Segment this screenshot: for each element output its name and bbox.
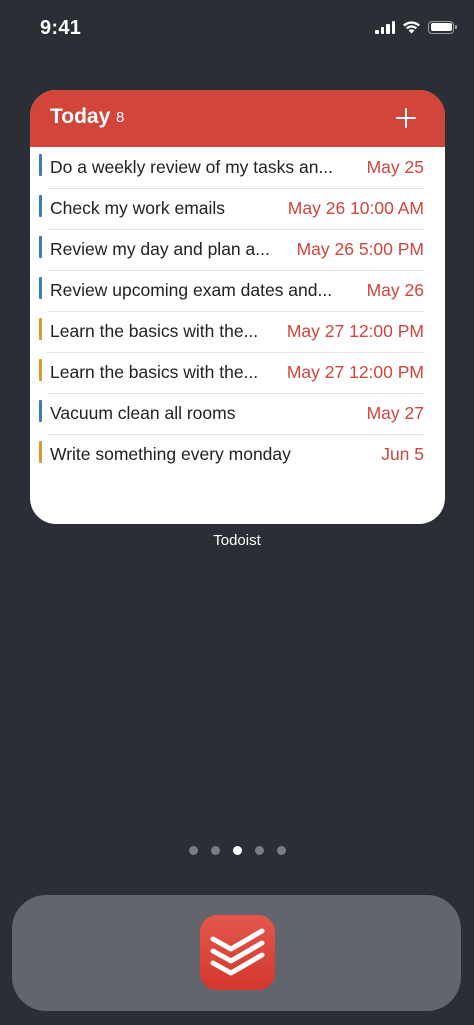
task-title: Learn the basics with the...	[50, 321, 259, 341]
project-color-bar	[39, 236, 42, 258]
wifi-icon	[403, 21, 420, 34]
status-time: 9:41	[40, 17, 82, 39]
project-color-bar	[39, 154, 42, 176]
task-title: Vacuum clean all rooms	[50, 403, 236, 423]
project-color-bar	[39, 318, 42, 340]
task-date: May 26 5:00 PM	[296, 239, 424, 259]
task-row[interactable]: Review upcoming exam dates and... May 26	[39, 270, 424, 311]
widget-label: Todoist	[213, 532, 261, 549]
task-row[interactable]: Write something every monday Jun 5	[39, 434, 424, 475]
status-bar: 9:41	[0, 0, 474, 60]
task-row[interactable]: Do a weekly review of my tasks an... May…	[39, 147, 424, 188]
project-color-bar	[39, 359, 42, 381]
task-date: May 27	[366, 403, 424, 423]
widget-header: Today 8	[30, 90, 445, 147]
cellular-signal-icon	[375, 20, 395, 34]
todoist-logo-icon	[210, 928, 265, 976]
task-title: Review my day and plan a...	[50, 239, 270, 259]
task-title: Check my work emails	[50, 198, 226, 218]
task-list: Do a weekly review of my tasks an... May…	[30, 147, 445, 475]
task-row[interactable]: Learn the basics with the... May 27 12:0…	[39, 311, 424, 352]
battery-icon	[428, 20, 457, 34]
task-date: Jun 5	[381, 444, 424, 464]
task-date: May 26 10:00 AM	[287, 198, 424, 218]
task-date: May 27 12:00 PM	[286, 362, 424, 382]
task-title: Write something every monday	[50, 444, 291, 464]
project-color-bar	[39, 441, 42, 463]
widget-title: Today	[50, 105, 111, 128]
task-title: Learn the basics with the...	[50, 362, 259, 382]
page-dot[interactable]	[276, 846, 286, 855]
dock	[12, 895, 461, 1011]
project-color-bar	[39, 277, 42, 299]
page-dot[interactable]	[188, 846, 198, 855]
task-row[interactable]: Review my day and plan a... May 26 5:00 …	[39, 229, 424, 270]
task-row[interactable]: Check my work emails May 26 10:00 AM	[39, 188, 424, 229]
project-color-bar	[39, 195, 42, 217]
page-dot[interactable]	[254, 846, 264, 855]
task-row[interactable]: Learn the basics with the... May 27 12:0…	[39, 352, 424, 393]
task-date: May 26	[366, 280, 424, 300]
task-row[interactable]: Vacuum clean all rooms May 27	[39, 393, 424, 434]
task-count: 8	[116, 109, 125, 126]
page-dot-current[interactable]	[232, 846, 242, 855]
todoist-app-icon[interactable]	[200, 915, 275, 990]
task-title: Do a weekly review of my tasks an...	[50, 157, 334, 177]
project-color-bar	[39, 400, 42, 422]
task-date: May 27 12:00 PM	[286, 321, 424, 341]
task-date: May 25	[366, 157, 424, 177]
todoist-widget[interactable]: Today 8 Do a weekly review of my tasks a…	[30, 90, 445, 524]
task-title: Review upcoming exam dates and...	[50, 280, 333, 300]
add-task-button[interactable]	[392, 104, 420, 132]
page-indicator[interactable]	[0, 846, 474, 855]
page-dot[interactable]	[210, 846, 220, 855]
status-icons	[375, 20, 457, 34]
